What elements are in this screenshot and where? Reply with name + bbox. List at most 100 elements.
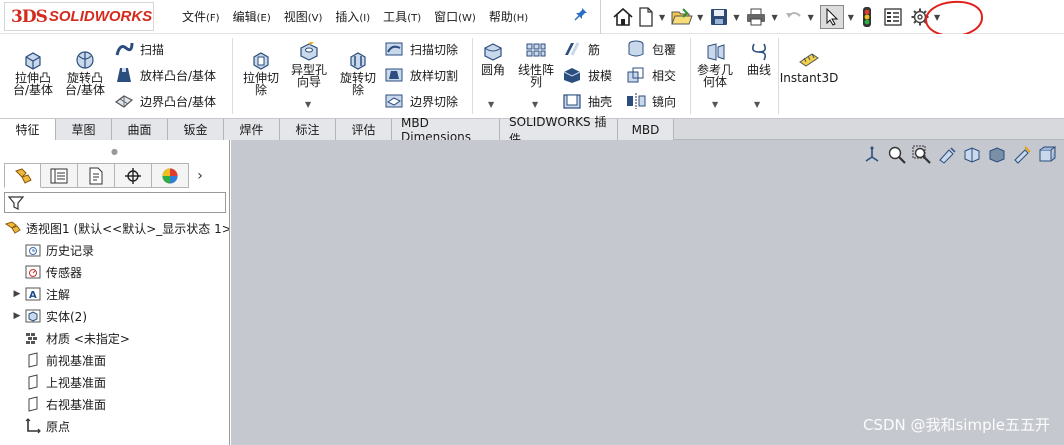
file-properties-icon[interactable] bbox=[883, 5, 903, 29]
loft-cut-button[interactable]: 放样切割 bbox=[384, 64, 458, 86]
sweep-label: 扫描 bbox=[140, 42, 165, 57]
boundary-boss-button[interactable]: 边界凸台/基体 bbox=[114, 90, 216, 112]
heads-up-view-toolbar bbox=[858, 144, 1058, 166]
undo-dropdown-chevron-icon[interactable]: ▼ bbox=[808, 13, 814, 22]
tab-features[interactable]: 特征 bbox=[0, 119, 56, 140]
menu-file[interactable]: 文件(F) bbox=[182, 8, 220, 25]
property-manager-tab-icon[interactable] bbox=[41, 163, 78, 188]
draft-button[interactable]: 拔模 bbox=[562, 64, 612, 86]
menu-help[interactable]: 帮助(H) bbox=[489, 8, 528, 25]
tree-item-right-plane[interactable]: 右视基准面 bbox=[0, 393, 229, 415]
save-icon[interactable] bbox=[709, 5, 729, 29]
tree-item-front-plane[interactable]: 前视基准面 bbox=[0, 349, 229, 371]
hole-wizard-dropdown-chevron-icon[interactable]: ▼ bbox=[305, 100, 311, 109]
boundary-cut-button[interactable]: 边界切除 bbox=[384, 90, 458, 112]
tab-solidworks-addins[interactable]: SOLIDWORKS 插件 bbox=[500, 115, 618, 146]
extrude-boss-icon bbox=[25, 52, 41, 70]
solidworks-logo[interactable]: 3DS SOLIDWORKS bbox=[4, 2, 154, 31]
zoom-to-area-icon[interactable] bbox=[911, 144, 933, 166]
menu-edit[interactable]: 编辑(E) bbox=[233, 8, 271, 25]
fillet-dropdown-chevron-icon[interactable]: ▼ bbox=[488, 100, 494, 109]
more-tabs-chevron-right-icon[interactable]: › bbox=[189, 163, 211, 188]
sweep-button[interactable]: 扫描 bbox=[114, 38, 164, 60]
dimxpert-manager-tab-icon[interactable] bbox=[115, 163, 152, 188]
section-view-icon[interactable] bbox=[961, 144, 983, 166]
reference-geometry-dropdown-chevron-icon[interactable]: ▼ bbox=[712, 100, 718, 109]
tree-root-part[interactable]: 透视图1 (默认<<默认>_显示状态 1> bbox=[0, 217, 229, 239]
tree-item-sensors[interactable]: 传感器 bbox=[0, 261, 229, 283]
view-settings-icon[interactable] bbox=[986, 144, 1008, 166]
new-document-icon[interactable] bbox=[637, 5, 655, 29]
print-icon[interactable] bbox=[745, 5, 767, 29]
revolve-cut-button[interactable]: 旋转切 除 bbox=[334, 50, 382, 96]
tree-item-history[interactable]: 历史记录 bbox=[0, 239, 229, 261]
previous-view-icon[interactable] bbox=[936, 144, 958, 166]
tab-surfaces[interactable]: 曲面 bbox=[112, 119, 168, 140]
tab-mbd-dimensions[interactable]: MBD Dimensions bbox=[392, 116, 500, 144]
reference-geometry-button[interactable]: 参考几 何体 bbox=[692, 42, 738, 88]
tab-markup[interactable]: 标注 bbox=[280, 119, 336, 140]
tree-item-solid-bodies[interactable]: ▶ 实体(2) bbox=[0, 305, 229, 327]
fillet-button[interactable]: 圆角 bbox=[476, 42, 510, 76]
revolve-boss-icon bbox=[76, 51, 94, 69]
tab-weldments[interactable]: 焊件 bbox=[224, 119, 280, 140]
mirror-button[interactable]: 镜向 bbox=[626, 90, 676, 112]
tab-sheet-metal[interactable]: 钣金 bbox=[168, 119, 224, 140]
tree-item-top-plane[interactable]: 上视基准面 bbox=[0, 371, 229, 393]
panel-splitter-grip-icon[interactable]: ● bbox=[0, 140, 229, 162]
zoom-to-fit-icon[interactable] bbox=[886, 144, 908, 166]
menu-insert[interactable]: 插入(I) bbox=[335, 8, 370, 25]
expand-chevron-icon[interactable]: ▶ bbox=[10, 289, 24, 299]
hole-wizard-button[interactable]: 异型孔 向导 bbox=[286, 42, 332, 88]
curves-button[interactable]: 曲线 bbox=[742, 42, 776, 76]
display-manager-tab-icon[interactable] bbox=[152, 163, 189, 188]
menu-window[interactable]: 窗口(W) bbox=[434, 8, 476, 25]
feature-manager-panel: ● › 透视图1 (默认<<默认>_显示状态 1> 历史记录 传感器 ▶ A 注… bbox=[0, 140, 230, 445]
shell-button[interactable]: 抽壳 bbox=[562, 90, 612, 112]
undo-icon[interactable] bbox=[784, 5, 804, 29]
intersect-button[interactable]: 相交 bbox=[626, 64, 676, 86]
tree-item-material[interactable]: 材质 <未指定> bbox=[0, 327, 229, 349]
open-dropdown-chevron-icon[interactable]: ▼ bbox=[697, 13, 703, 22]
view-orientation-icon[interactable] bbox=[861, 144, 883, 166]
instant3d-button[interactable]: Instant3D bbox=[780, 50, 838, 84]
new-dropdown-chevron-icon[interactable]: ▼ bbox=[659, 13, 665, 22]
ribbon-separator bbox=[232, 38, 233, 114]
feature-tree-filter[interactable] bbox=[4, 192, 226, 213]
select-dropdown-chevron-icon[interactable]: ▼ bbox=[848, 13, 854, 22]
apply-scene-icon[interactable] bbox=[1011, 144, 1033, 166]
home-icon[interactable] bbox=[612, 5, 634, 29]
print-dropdown-chevron-icon[interactable]: ▼ bbox=[771, 13, 777, 22]
loft-boss-button[interactable]: 放样凸台/基体 bbox=[114, 64, 216, 86]
revolve-boss-button[interactable]: 旋转凸 台/基体 bbox=[60, 50, 110, 96]
menu-view[interactable]: 视图(V) bbox=[284, 8, 323, 25]
loft-boss-label: 放样凸台/基体 bbox=[140, 68, 217, 83]
rib-button[interactable]: 筋 bbox=[562, 38, 600, 60]
curves-label: 曲线 bbox=[746, 63, 771, 77]
wrap-button[interactable]: 包覆 bbox=[626, 38, 676, 60]
save-dropdown-chevron-icon[interactable]: ▼ bbox=[733, 13, 739, 22]
open-folder-icon[interactable] bbox=[671, 5, 693, 29]
linear-pattern-button[interactable]: 线性阵 列 bbox=[512, 42, 560, 88]
tab-evaluate[interactable]: 评估 bbox=[336, 119, 392, 140]
linear-pattern-dropdown-chevron-icon[interactable]: ▼ bbox=[532, 100, 538, 109]
tree-item-origin[interactable]: 原点 bbox=[0, 415, 229, 437]
sweep-cut-button[interactable]: 扫描切除 bbox=[384, 38, 458, 60]
display-style-icon[interactable] bbox=[1036, 144, 1058, 166]
pin-menu-icon[interactable] bbox=[574, 7, 588, 25]
configuration-manager-tab-icon[interactable] bbox=[78, 163, 115, 188]
tab-sketch[interactable]: 草图 bbox=[56, 119, 112, 140]
graphics-area[interactable]: CSDN @我和simple五五开 bbox=[231, 140, 1064, 445]
tab-mbd[interactable]: MBD bbox=[618, 119, 674, 140]
select-cursor-icon[interactable] bbox=[819, 5, 844, 29]
extrude-cut-button[interactable]: 拉伸切 除 bbox=[236, 50, 286, 96]
wrap-label: 包覆 bbox=[652, 42, 677, 57]
extrude-boss-button[interactable]: 拉伸凸 台/基体 bbox=[8, 50, 58, 96]
tree-item-annotations[interactable]: ▶ A 注解 bbox=[0, 283, 229, 305]
expand-chevron-icon[interactable]: ▶ bbox=[10, 311, 24, 321]
logo-mark: 3DS bbox=[11, 6, 48, 27]
menu-tools[interactable]: 工具(T) bbox=[383, 8, 421, 25]
curves-dropdown-chevron-icon[interactable]: ▼ bbox=[754, 100, 760, 109]
feature-manager-tree-tab-icon[interactable] bbox=[4, 163, 41, 188]
rebuild-traffic-light-icon[interactable] bbox=[860, 5, 874, 29]
